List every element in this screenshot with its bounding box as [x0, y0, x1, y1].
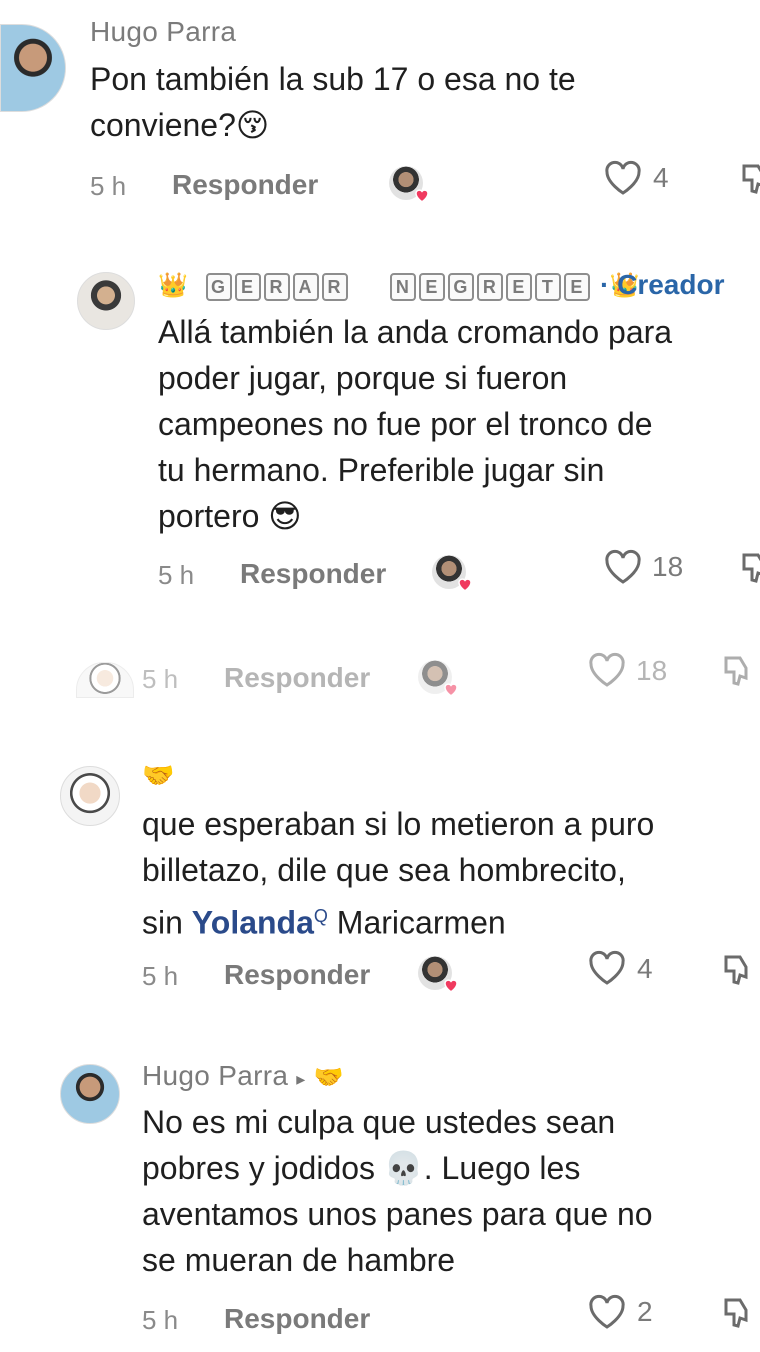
name-letter: R: [321, 273, 348, 301]
handshake-emoji-username[interactable]: 🤝: [314, 1064, 344, 1091]
comment-line: pobres y jodidos: [142, 1150, 384, 1186]
like-icon[interactable]: [603, 549, 643, 585]
like-icon[interactable]: [587, 950, 627, 986]
name-letter: A: [292, 273, 319, 301]
name-letter: E: [418, 273, 445, 301]
name-letter: G: [205, 273, 232, 301]
comment-line: Pon también la sub 17 o esa no te: [90, 61, 576, 97]
comment-text: Allá también la anda cromando para poder…: [158, 309, 760, 539]
username-text: Hugo Parra: [142, 1060, 289, 1091]
like-icon[interactable]: [587, 1294, 627, 1330]
comment-line: . Luego les: [423, 1150, 581, 1186]
comment-line: se mueran de hambre: [142, 1242, 456, 1278]
dislike-icon[interactable]: [740, 549, 760, 583]
name-letter: E: [563, 273, 590, 301]
creator-liked-avatar: [418, 660, 458, 697]
username[interactable]: Hugo Parra: [90, 16, 236, 48]
comment-line: portero: [158, 498, 260, 534]
comment-line: tu hermano. Preferible jugar sin: [158, 452, 605, 488]
mention-link[interactable]: Yolanda: [192, 905, 314, 941]
reply-button[interactable]: Responder: [224, 959, 370, 991]
comment-line: campeones no fue por el tronco de: [158, 406, 653, 442]
comment-line: conviene?: [90, 107, 236, 143]
name-letter: E: [505, 273, 532, 301]
avatar[interactable]: [60, 1064, 120, 1124]
comment-text: que esperaban si lo metieron a puro bill…: [142, 801, 760, 946]
crown-emoji: 👑: [158, 271, 189, 299]
creator-tag: · Creador: [600, 269, 725, 300]
name-letter: R: [476, 273, 503, 301]
reply-button: Responder: [224, 662, 371, 693]
like-count: 4: [653, 162, 669, 193]
comment-time: 5 h: [142, 664, 179, 694]
comment-time: 5 h: [142, 1305, 179, 1335]
like-count: 18: [652, 551, 684, 582]
comment-text: Pon también la sub 17 o esa no te convie…: [90, 56, 750, 148]
name-letter: E: [234, 273, 261, 301]
comment-time: 5 h: [142, 961, 179, 991]
comment-time: 5 h: [158, 560, 195, 590]
name-letter: G: [447, 273, 474, 301]
comment-line: aventamos unos panes para que no: [142, 1196, 653, 1232]
search-icon[interactable]: Q: [314, 906, 328, 926]
dislike-icon[interactable]: [722, 951, 756, 985]
reply-button[interactable]: Responder: [172, 169, 318, 201]
like-count: 18: [636, 655, 668, 686]
reply-button[interactable]: Responder: [240, 558, 386, 590]
like-count: 2: [637, 1296, 653, 1327]
dislike-icon[interactable]: [740, 160, 760, 194]
heart-icon: [444, 683, 458, 697]
comment-line: No es mi culpa que ustedes sean: [142, 1104, 616, 1140]
name-letter: T: [534, 273, 561, 301]
avatar[interactable]: [77, 272, 135, 330]
creator-username[interactable]: 👑 GERAR NEGRETE 👑: [158, 270, 640, 301]
username[interactable]: Hugo Parra ▸ 🤝: [142, 1060, 344, 1092]
heart-icon: [458, 578, 472, 592]
heart-icon: [415, 189, 429, 203]
kissing-face-emoji: 😚: [235, 107, 270, 143]
handshake-emoji-username[interactable]: 🤝: [142, 760, 174, 791]
like-count: 4: [637, 953, 653, 984]
avatar: [76, 662, 134, 698]
avatar[interactable]: [0, 24, 66, 112]
comment-line: Maricarmen: [327, 904, 506, 941]
comment-text: No es mi culpa que ustedes sean pobres y…: [142, 1099, 760, 1283]
skull-emoji: 💀: [383, 1150, 424, 1186]
name-letter: N: [389, 273, 416, 301]
reply-button[interactable]: Responder: [224, 1303, 370, 1335]
comment-line: poder jugar, porque si fueron: [158, 360, 568, 396]
creator-liked-avatar: [432, 555, 472, 592]
comment-line: que esperaban si lo metieron a puro: [142, 806, 655, 842]
creator-liked-avatar: [418, 956, 458, 993]
name-letter: R: [263, 273, 290, 301]
comment-line: sin: [142, 904, 192, 941]
dislike-icon[interactable]: [722, 1294, 756, 1328]
comment-time: 5 h: [90, 171, 127, 201]
fade-overlay: [0, 700, 760, 740]
like-icon[interactable]: [603, 160, 643, 196]
reply-arrow-icon: ▸: [296, 1069, 306, 1089]
dislike-icon: [724, 656, 748, 686]
comment-line: billetazo, dile que sea hombrecito,: [142, 852, 626, 888]
sunglasses-emoji: 😎: [268, 498, 302, 534]
creator-liked-avatar: [389, 166, 429, 203]
heart-icon: [444, 979, 458, 993]
like-icon: [589, 652, 625, 687]
avatar[interactable]: [60, 766, 120, 826]
comment-line: Allá también la anda cromando para: [158, 314, 673, 350]
